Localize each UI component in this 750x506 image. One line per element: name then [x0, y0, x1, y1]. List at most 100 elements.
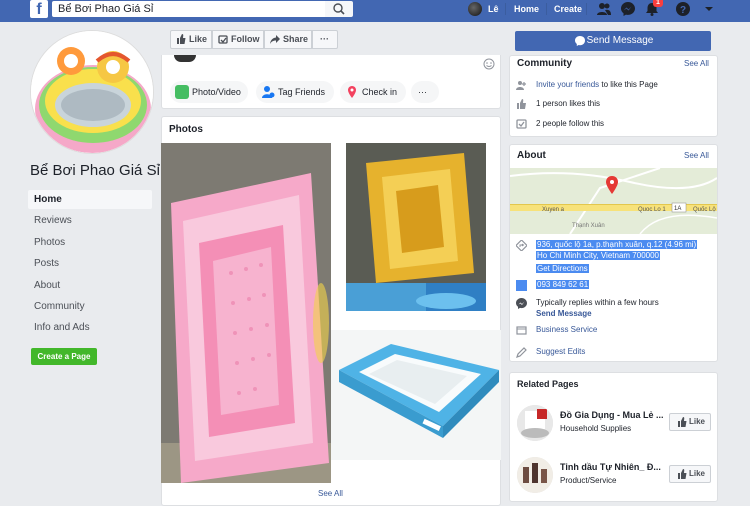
check-in-label: Check in — [362, 87, 398, 97]
phone-number[interactable]: 093 849 62 61 — [536, 280, 590, 289]
thumbs-up-icon — [678, 417, 687, 427]
likes-icon — [517, 99, 526, 109]
top-bar: f Bể Bơi Phao Giá Sỉ Lê Home Create 1 ? — [0, 0, 750, 22]
divider — [505, 3, 506, 15]
messenger-icon[interactable] — [620, 1, 636, 17]
map-road-badge: 1A — [674, 206, 681, 212]
related-page-2-avatar[interactable] — [517, 457, 553, 493]
directions-icon — [516, 240, 527, 251]
followers-icon — [516, 119, 527, 129]
home-link[interactable]: Home — [514, 2, 539, 20]
like-label: Like — [689, 469, 706, 478]
share-button[interactable]: Share — [264, 30, 312, 49]
community-title: Community — [517, 58, 572, 69]
nav-item-photos[interactable]: Photos — [28, 233, 152, 252]
facebook-logo-icon[interactable]: f — [30, 0, 48, 18]
search-input[interactable]: Bể Bơi Phao Giá Sỉ — [52, 1, 325, 17]
map-label-road1: Xuyen a — [542, 207, 565, 213]
nav-item-about[interactable]: About — [28, 276, 152, 295]
invite-friends-link[interactable]: Invite your friends — [536, 80, 599, 89]
photos-see-all-link[interactable]: See All — [318, 489, 343, 498]
map-label-area: Thạnh Xuân — [572, 223, 605, 229]
invite-friends-line: Invite your friends to like this Page — [536, 80, 658, 89]
about-title: About — [517, 150, 546, 161]
phone-text: 093 849 62 61 — [536, 280, 590, 289]
search-icon — [333, 3, 345, 15]
friend-requests-icon[interactable] — [596, 1, 612, 17]
send-message-button[interactable]: Send Message — [515, 31, 711, 51]
reply-time-text: Typically replies within a few hours — [536, 298, 659, 307]
nav-item-home[interactable]: Home — [28, 190, 152, 209]
photo-video-label: Photo/Video — [192, 87, 241, 97]
nav-item-community[interactable]: Community — [28, 297, 152, 316]
tag-friends-icon — [262, 86, 275, 98]
search-button[interactable] — [325, 1, 353, 17]
tag-friends-button[interactable]: Tag Friends — [256, 81, 334, 103]
messenger-icon — [575, 36, 585, 46]
address-text-1: 936, quốc lộ 1a, p.thạnh xuân, q.12 (4.9… — [536, 240, 698, 249]
related-page-1-name[interactable]: Đồ Gia Dụng - Mua Lẻ ... — [560, 410, 664, 420]
composer-more-button[interactable]: ··· — [411, 81, 439, 103]
related-page-2-like-button[interactable]: Like — [669, 465, 711, 483]
photo-yellow-pool[interactable] — [346, 143, 486, 311]
map-label-road2: Quoc Lo 1 — [638, 207, 666, 213]
related-page-1-avatar[interactable] — [517, 405, 553, 441]
invite-friends-icon — [516, 81, 526, 90]
notification-badge: 1 — [653, 0, 663, 7]
thumbs-up-icon — [177, 34, 186, 44]
divider — [546, 3, 547, 15]
phone-icon — [516, 280, 527, 291]
get-directions-text: Get Directions — [536, 264, 589, 273]
page-likes-count: 1 person likes this — [536, 99, 601, 108]
user-avatar[interactable] — [468, 2, 482, 16]
related-page-1-category: Household Supplies — [560, 424, 632, 433]
get-directions-link[interactable]: Get Directions — [536, 264, 589, 273]
photo-video-button[interactable]: Photo/Video — [170, 81, 248, 103]
check-in-button[interactable]: Check in — [340, 81, 406, 103]
user-name-link[interactable]: Lê — [488, 2, 499, 20]
follow-button[interactable]: Follow — [212, 30, 264, 49]
page-profile-picture[interactable] — [30, 30, 154, 154]
suggest-edits-link[interactable]: Suggest Edits — [536, 347, 585, 356]
follow-icon — [218, 35, 228, 44]
related-pages-title: Related Pages — [517, 379, 579, 389]
about-send-message-link[interactable]: Send Message — [536, 309, 592, 318]
category-icon — [516, 326, 527, 335]
pencil-icon — [516, 347, 527, 358]
community-see-all-link[interactable]: See All — [684, 59, 709, 68]
page-name: Bể Bơi Phao Giá Sỉ — [30, 162, 160, 179]
location-pin-icon — [348, 86, 356, 98]
address-line-1: 936, quốc lộ 1a, p.thạnh xuân, q.12 (4.9… — [536, 240, 698, 249]
photo-pink-pool[interactable] — [161, 143, 331, 483]
address-text-2: Ho Chi Minh City, Vietnam 700000 — [536, 251, 660, 260]
create-page-button[interactable]: Create a Page — [31, 348, 97, 365]
location-map[interactable]: Xuyen a Quoc Lo 1 1A Quốc Lộ Thạnh Xuân — [510, 168, 717, 234]
address-line-2: Ho Chi Minh City, Vietnam 700000 — [536, 251, 660, 260]
map-label-road3: Quốc Lộ — [693, 207, 716, 213]
emoji-icon[interactable] — [483, 58, 495, 70]
nav-item-info-and-ads[interactable]: Info and Ads — [28, 318, 152, 337]
thumbs-up-icon — [678, 469, 687, 479]
like-button[interactable]: Like — [170, 30, 212, 49]
related-page-1-like-button[interactable]: Like — [669, 413, 711, 431]
follow-label: Follow — [231, 34, 260, 44]
create-link[interactable]: Create — [554, 2, 582, 20]
photo-blue-pool[interactable] — [331, 330, 501, 460]
like-label: Like — [189, 34, 208, 44]
related-page-2-name[interactable]: Tinh dầu Tự Nhiên_ Đ... — [560, 462, 661, 472]
chevron-down-icon[interactable] — [701, 1, 717, 17]
photo-icon — [175, 85, 189, 99]
photos-title: Photos — [169, 124, 203, 135]
about-see-all-link[interactable]: See All — [684, 151, 709, 160]
share-label: Share — [283, 34, 309, 44]
more-actions-button[interactable]: ··· — [312, 30, 338, 49]
nav-item-reviews[interactable]: Reviews — [28, 211, 152, 230]
messenger-reply-icon — [516, 298, 527, 309]
composer-avatar — [174, 55, 196, 62]
related-page-2-category: Product/Service — [560, 476, 617, 485]
help-icon[interactable]: ? — [675, 1, 691, 17]
category-link[interactable]: Business Service — [536, 325, 597, 334]
divider — [586, 3, 587, 15]
nav-item-posts[interactable]: Posts — [28, 254, 152, 273]
like-label: Like — [689, 417, 706, 426]
